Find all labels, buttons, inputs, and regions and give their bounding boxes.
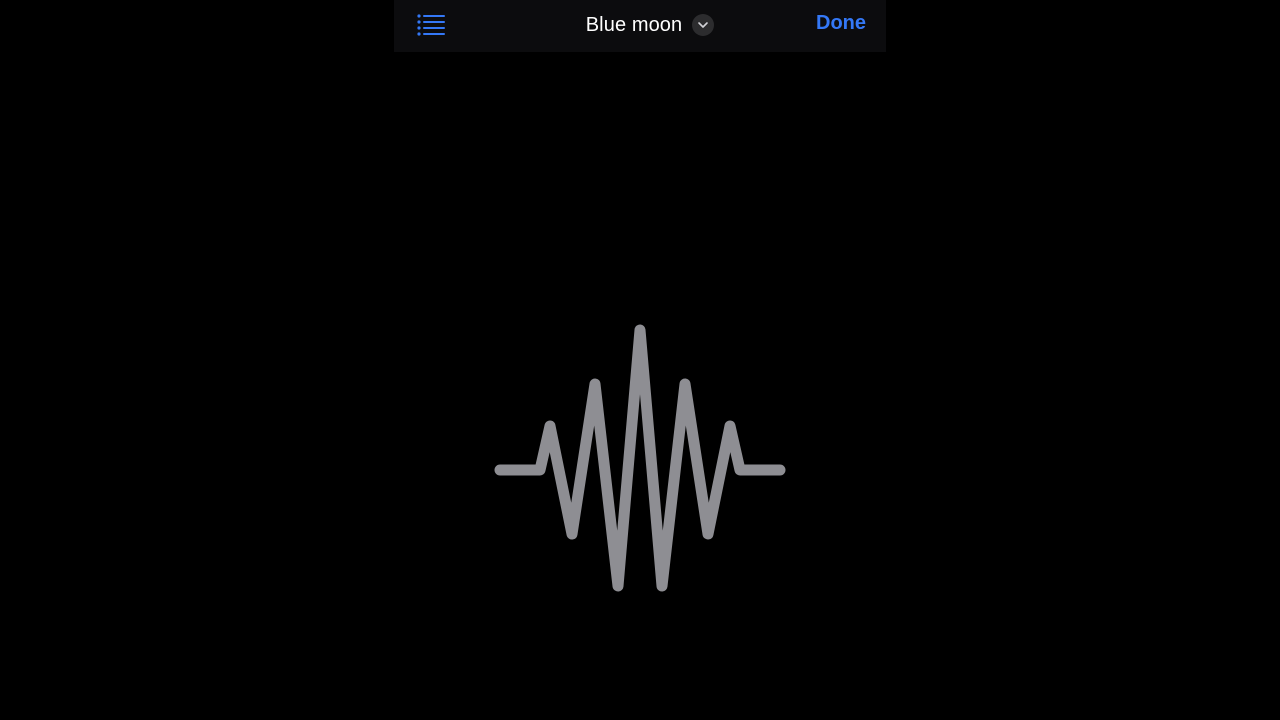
waveform-icon xyxy=(494,324,786,592)
list-button[interactable] xyxy=(416,11,446,39)
title-group: Blue moon xyxy=(394,0,886,50)
title-menu-button[interactable] xyxy=(692,14,715,36)
chevron-down-icon xyxy=(698,22,709,28)
list-icon xyxy=(417,14,445,36)
navigation-bar: Blue moon Done xyxy=(394,0,886,52)
shortcut-editor-screen: Blue moon Done xyxy=(0,0,1280,720)
done-button[interactable]: Done xyxy=(816,12,866,35)
shortcut-title: Blue moon xyxy=(585,13,683,36)
